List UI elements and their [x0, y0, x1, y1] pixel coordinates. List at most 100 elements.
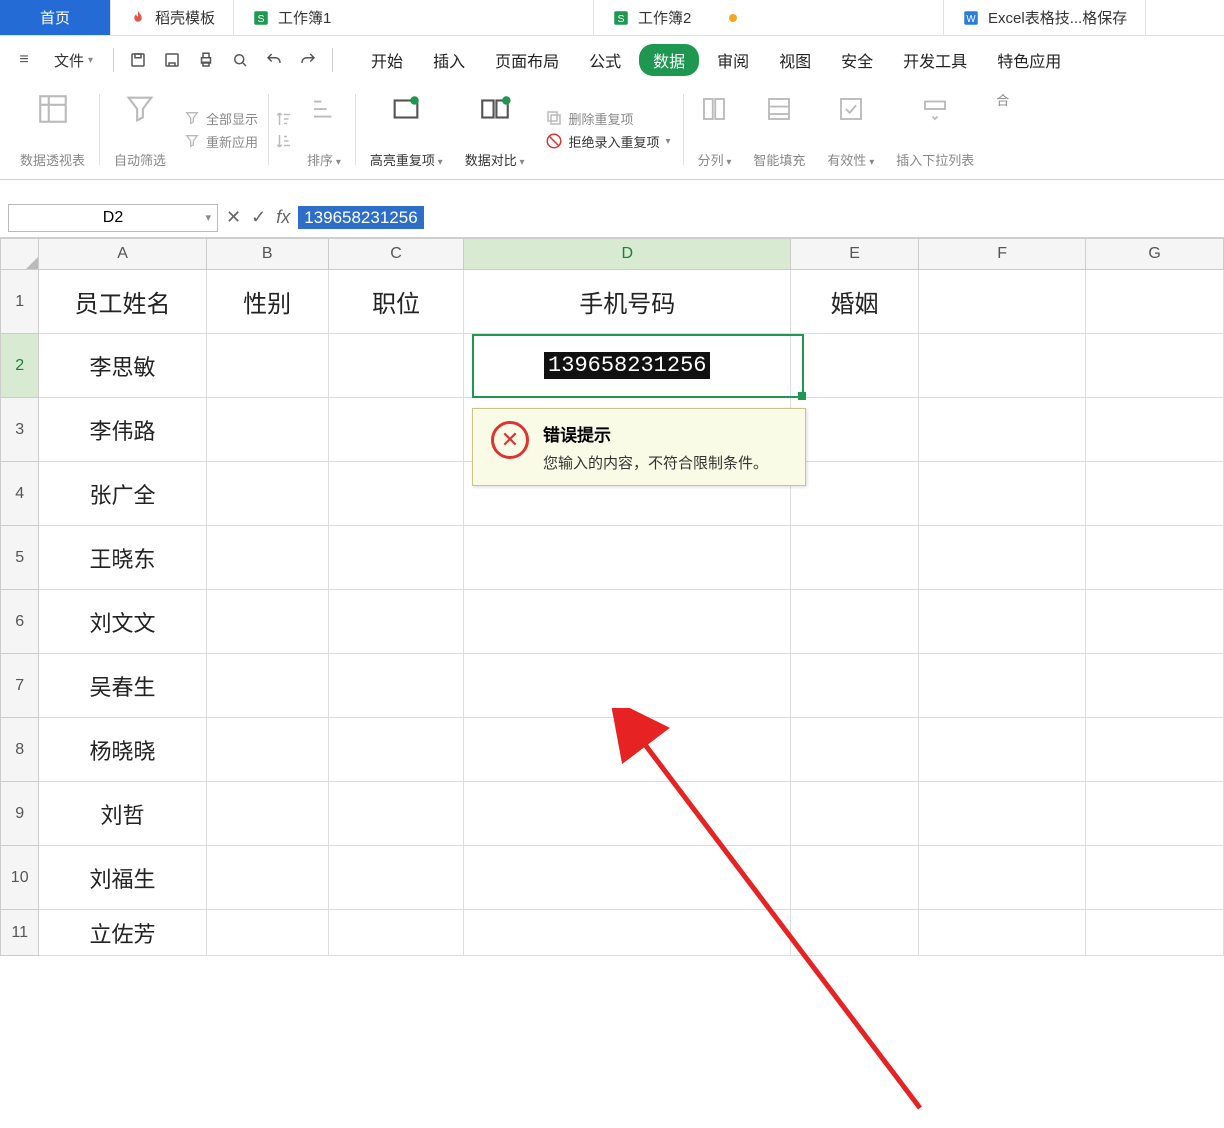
cell-B1[interactable]: 性别	[207, 270, 329, 334]
cell-B10[interactable]	[207, 846, 329, 910]
cell-C5[interactable]	[329, 526, 465, 590]
preview-icon[interactable]	[226, 46, 254, 74]
col-header-F[interactable]: F	[919, 238, 1086, 270]
file-menu[interactable]: 文件▾	[44, 46, 103, 75]
tab-template[interactable]: 稻壳模板	[111, 0, 234, 35]
rg-reapply[interactable]: 重新应用	[184, 132, 258, 151]
cell-F3[interactable]	[919, 398, 1086, 462]
save-as-icon[interactable]	[158, 46, 186, 74]
cell-D10[interactable]	[464, 846, 791, 910]
cell-A2[interactable]: 李思敏	[39, 334, 206, 398]
cell-G10[interactable]	[1086, 846, 1224, 910]
cell-G5[interactable]	[1086, 526, 1224, 590]
rg-dropdown[interactable]: 插入下拉列表	[886, 88, 984, 171]
select-all-corner[interactable]	[0, 238, 39, 270]
cell-E11[interactable]	[791, 910, 919, 956]
row-header-4[interactable]: 4	[0, 462, 39, 526]
cell-E2[interactable]	[791, 334, 919, 398]
cell-G7[interactable]	[1086, 654, 1224, 718]
cell-B9[interactable]	[207, 782, 329, 846]
col-header-G[interactable]: G	[1086, 238, 1224, 270]
cell-C7[interactable]	[329, 654, 465, 718]
cell-G2[interactable]	[1086, 334, 1224, 398]
rg-showall[interactable]: 全部显示	[184, 109, 258, 128]
cell-B6[interactable]	[207, 590, 329, 654]
cell-G9[interactable]	[1086, 782, 1224, 846]
col-header-E[interactable]: E	[791, 238, 919, 270]
rg-merge[interactable]: 合	[986, 88, 1019, 171]
cell-D6[interactable]	[464, 590, 791, 654]
fx-icon[interactable]: fx	[276, 207, 290, 228]
rg-autofilter[interactable]: 自动筛选	[104, 88, 176, 171]
cell-D8[interactable]	[464, 718, 791, 782]
rg-remove-dup[interactable]: 删除重复项	[545, 109, 671, 128]
cell-G4[interactable]	[1086, 462, 1224, 526]
sort-asc-icon[interactable]	[275, 110, 293, 128]
rg-smartfill[interactable]: 智能填充	[743, 88, 815, 171]
ribbon-tab-start[interactable]: 开始	[359, 42, 415, 78]
cell-E1[interactable]: 婚姻	[791, 270, 919, 334]
tab-home[interactable]: 首页	[0, 0, 111, 35]
cell-F7[interactable]	[919, 654, 1086, 718]
cell-E5[interactable]	[791, 526, 919, 590]
cell-E3[interactable]	[791, 398, 919, 462]
cell-C3[interactable]	[329, 398, 465, 462]
ribbon-tab-layout[interactable]: 页面布局	[483, 42, 571, 78]
tab-excel-tips[interactable]: W Excel表格技...格保存	[944, 0, 1146, 35]
tab-workbook2[interactable]: S 工作簿2	[594, 0, 944, 35]
tab-workbook1[interactable]: S 工作簿1	[234, 0, 594, 35]
cell-A5[interactable]: 王晓东	[39, 526, 206, 590]
name-box[interactable]: D2 ▾	[8, 204, 218, 232]
cell-G11[interactable]	[1086, 910, 1224, 956]
sort-desc-icon[interactable]	[275, 132, 293, 150]
undo-icon[interactable]	[260, 46, 288, 74]
save-icon[interactable]	[124, 46, 152, 74]
cell-B8[interactable]	[207, 718, 329, 782]
cell-E7[interactable]	[791, 654, 919, 718]
cell-D2[interactable]: 139658231256	[464, 334, 791, 398]
cell-F4[interactable]	[919, 462, 1086, 526]
cell-G3[interactable]	[1086, 398, 1224, 462]
cell-B4[interactable]	[207, 462, 329, 526]
col-header-B[interactable]: B	[207, 238, 329, 270]
cell-C11[interactable]	[329, 910, 465, 956]
ribbon-tab-data[interactable]: 数据	[639, 44, 699, 76]
cell-A3[interactable]: 李伟路	[39, 398, 206, 462]
cell-F9[interactable]	[919, 782, 1086, 846]
row-header-5[interactable]: 5	[0, 526, 39, 590]
row-header-1[interactable]: 1	[0, 270, 39, 334]
cell-F1[interactable]	[919, 270, 1086, 334]
cell-G8[interactable]	[1086, 718, 1224, 782]
rg-pivot[interactable]: 数据透视表	[10, 88, 95, 171]
cell-C6[interactable]	[329, 590, 465, 654]
rg-compare[interactable]: 数据对比 ▾	[455, 88, 535, 171]
redo-icon[interactable]	[294, 46, 322, 74]
ribbon-tab-dev[interactable]: 开发工具	[891, 42, 979, 78]
cell-C9[interactable]	[329, 782, 465, 846]
col-header-D[interactable]: D	[464, 238, 791, 270]
cell-G6[interactable]	[1086, 590, 1224, 654]
cell-F2[interactable]	[919, 334, 1086, 398]
print-icon[interactable]	[192, 46, 220, 74]
cell-A4[interactable]: 张广全	[39, 462, 206, 526]
row-header-3[interactable]: 3	[0, 398, 39, 462]
cell-B7[interactable]	[207, 654, 329, 718]
cell-E4[interactable]	[791, 462, 919, 526]
menu-icon[interactable]: ≡	[10, 46, 38, 74]
row-header-7[interactable]: 7	[0, 654, 39, 718]
ribbon-tab-review[interactable]: 审阅	[705, 42, 761, 78]
cell-D5[interactable]	[464, 526, 791, 590]
row-header-10[interactable]: 10	[0, 846, 39, 910]
row-header-6[interactable]: 6	[0, 590, 39, 654]
cell-E6[interactable]	[791, 590, 919, 654]
chevron-down-icon[interactable]: ▾	[205, 211, 211, 224]
cell-B5[interactable]	[207, 526, 329, 590]
rg-validity[interactable]: 有效性 ▾	[817, 88, 884, 171]
cell-E9[interactable]	[791, 782, 919, 846]
cell-B3[interactable]	[207, 398, 329, 462]
rg-reject-dup[interactable]: 拒绝录入重复项 ▾	[545, 132, 671, 151]
col-header-C[interactable]: C	[329, 238, 465, 270]
col-header-A[interactable]: A	[39, 238, 206, 270]
cell-A9[interactable]: 刘哲	[39, 782, 206, 846]
cell-B2[interactable]	[207, 334, 329, 398]
